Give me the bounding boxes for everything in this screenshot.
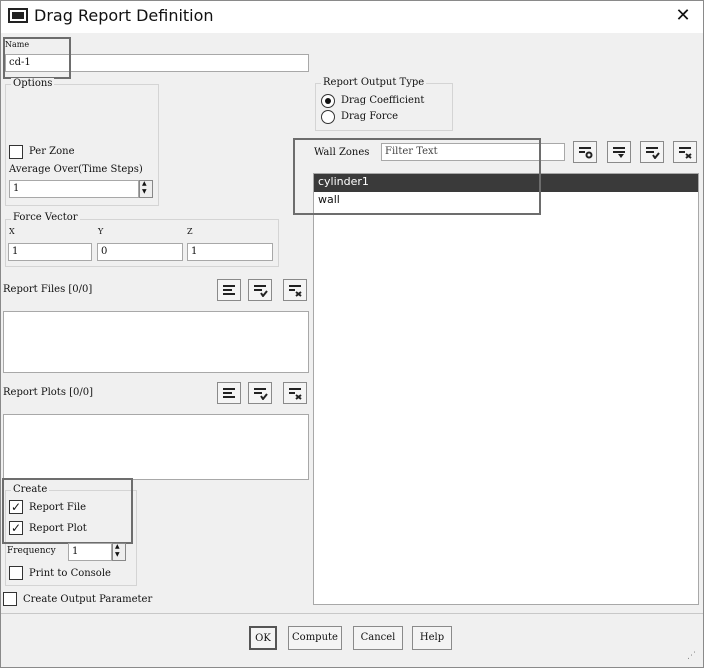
print-to-console-label: Print to Console — [29, 568, 111, 579]
report-plots-select-button[interactable] — [248, 382, 272, 404]
drag-report-definition-dialog: Drag Report Definition ✕ Name cd-1 Optio… — [0, 0, 704, 668]
create-output-parameter-label: Create Output Parameter — [23, 594, 153, 605]
clear-list-icon — [289, 388, 302, 400]
report-files-select-all-button[interactable] — [217, 279, 241, 301]
close-icon[interactable]: ✕ — [673, 5, 693, 26]
wall-zones-match-button[interactable] — [573, 141, 597, 163]
average-over-label: Average Over(Time Steps) — [9, 164, 143, 175]
name-highlight-box — [3, 37, 71, 79]
print-to-console-checkbox[interactable] — [9, 566, 23, 580]
button-separator — [1, 613, 703, 614]
force-y-label: Y — [98, 227, 104, 236]
help-button[interactable]: Help — [412, 626, 452, 650]
per-zone-label: Per Zone — [29, 146, 75, 157]
force-x-input[interactable]: 1 — [8, 243, 92, 261]
window-title: Drag Report Definition — [34, 6, 214, 25]
report-files-select-button[interactable] — [248, 279, 272, 301]
select-all-icon — [223, 285, 235, 295]
report-files-list[interactable] — [3, 311, 309, 373]
frequency-label: Frequency — [7, 546, 56, 556]
title-bar: Drag Report Definition ✕ — [1, 1, 703, 33]
frequency-input[interactable]: 1 — [68, 543, 112, 561]
force-vector-title: Force Vector — [11, 212, 80, 223]
average-over-input[interactable]: 1 — [9, 180, 139, 198]
report-plots-select-all-button[interactable] — [217, 382, 241, 404]
resize-grip-icon[interactable]: ⋰ — [687, 651, 699, 663]
wall-zones-select-button[interactable] — [640, 141, 664, 163]
per-zone-checkbox[interactable] — [9, 145, 23, 159]
wall-zones-list[interactable]: cylinder1 wall — [313, 173, 699, 605]
ok-button[interactable]: OK — [249, 626, 277, 650]
create-output-parameter-checkbox[interactable] — [3, 592, 17, 606]
drag-force-label: Drag Force — [341, 111, 399, 122]
frequency-spinner[interactable] — [112, 543, 126, 561]
average-over-spinner[interactable] — [139, 180, 153, 198]
force-y-input[interactable]: 0 — [97, 243, 183, 261]
drag-force-radio[interactable] — [321, 110, 335, 124]
clear-list-icon — [289, 285, 302, 297]
wall-zones-select-all-button[interactable] — [607, 141, 631, 163]
select-all-icon — [223, 388, 235, 398]
create-highlight-box — [2, 478, 133, 544]
check-list-icon — [646, 147, 660, 159]
clear-list-icon — [679, 147, 692, 159]
check-list-icon — [254, 388, 268, 400]
wall-zones-deselect-button[interactable] — [673, 141, 697, 163]
report-plots-label: Report Plots [0/0] — [3, 387, 94, 398]
report-files-deselect-button[interactable] — [283, 279, 307, 301]
report-plots-list[interactable] — [3, 414, 309, 480]
report-files-label: Report Files [0/0] — [3, 284, 93, 295]
report-output-type-group — [315, 83, 453, 131]
force-z-label: Z — [187, 227, 193, 236]
drag-coefficient-label: Drag Coefficient — [341, 95, 425, 106]
report-plots-deselect-button[interactable] — [283, 382, 307, 404]
options-group-title: Options — [11, 78, 55, 89]
wall-zones-highlight-box — [293, 138, 541, 215]
select-all-icon — [613, 147, 625, 158]
report-output-type-title: Report Output Type — [321, 77, 427, 88]
drag-coefficient-radio[interactable] — [321, 94, 335, 108]
cancel-button[interactable]: Cancel — [353, 626, 403, 650]
compute-button[interactable]: Compute — [288, 626, 342, 650]
force-x-label: X — [9, 227, 15, 236]
match-list-icon — [579, 147, 593, 159]
app-icon — [8, 8, 28, 23]
check-list-icon — [254, 285, 268, 297]
force-z-input[interactable]: 1 — [187, 243, 273, 261]
